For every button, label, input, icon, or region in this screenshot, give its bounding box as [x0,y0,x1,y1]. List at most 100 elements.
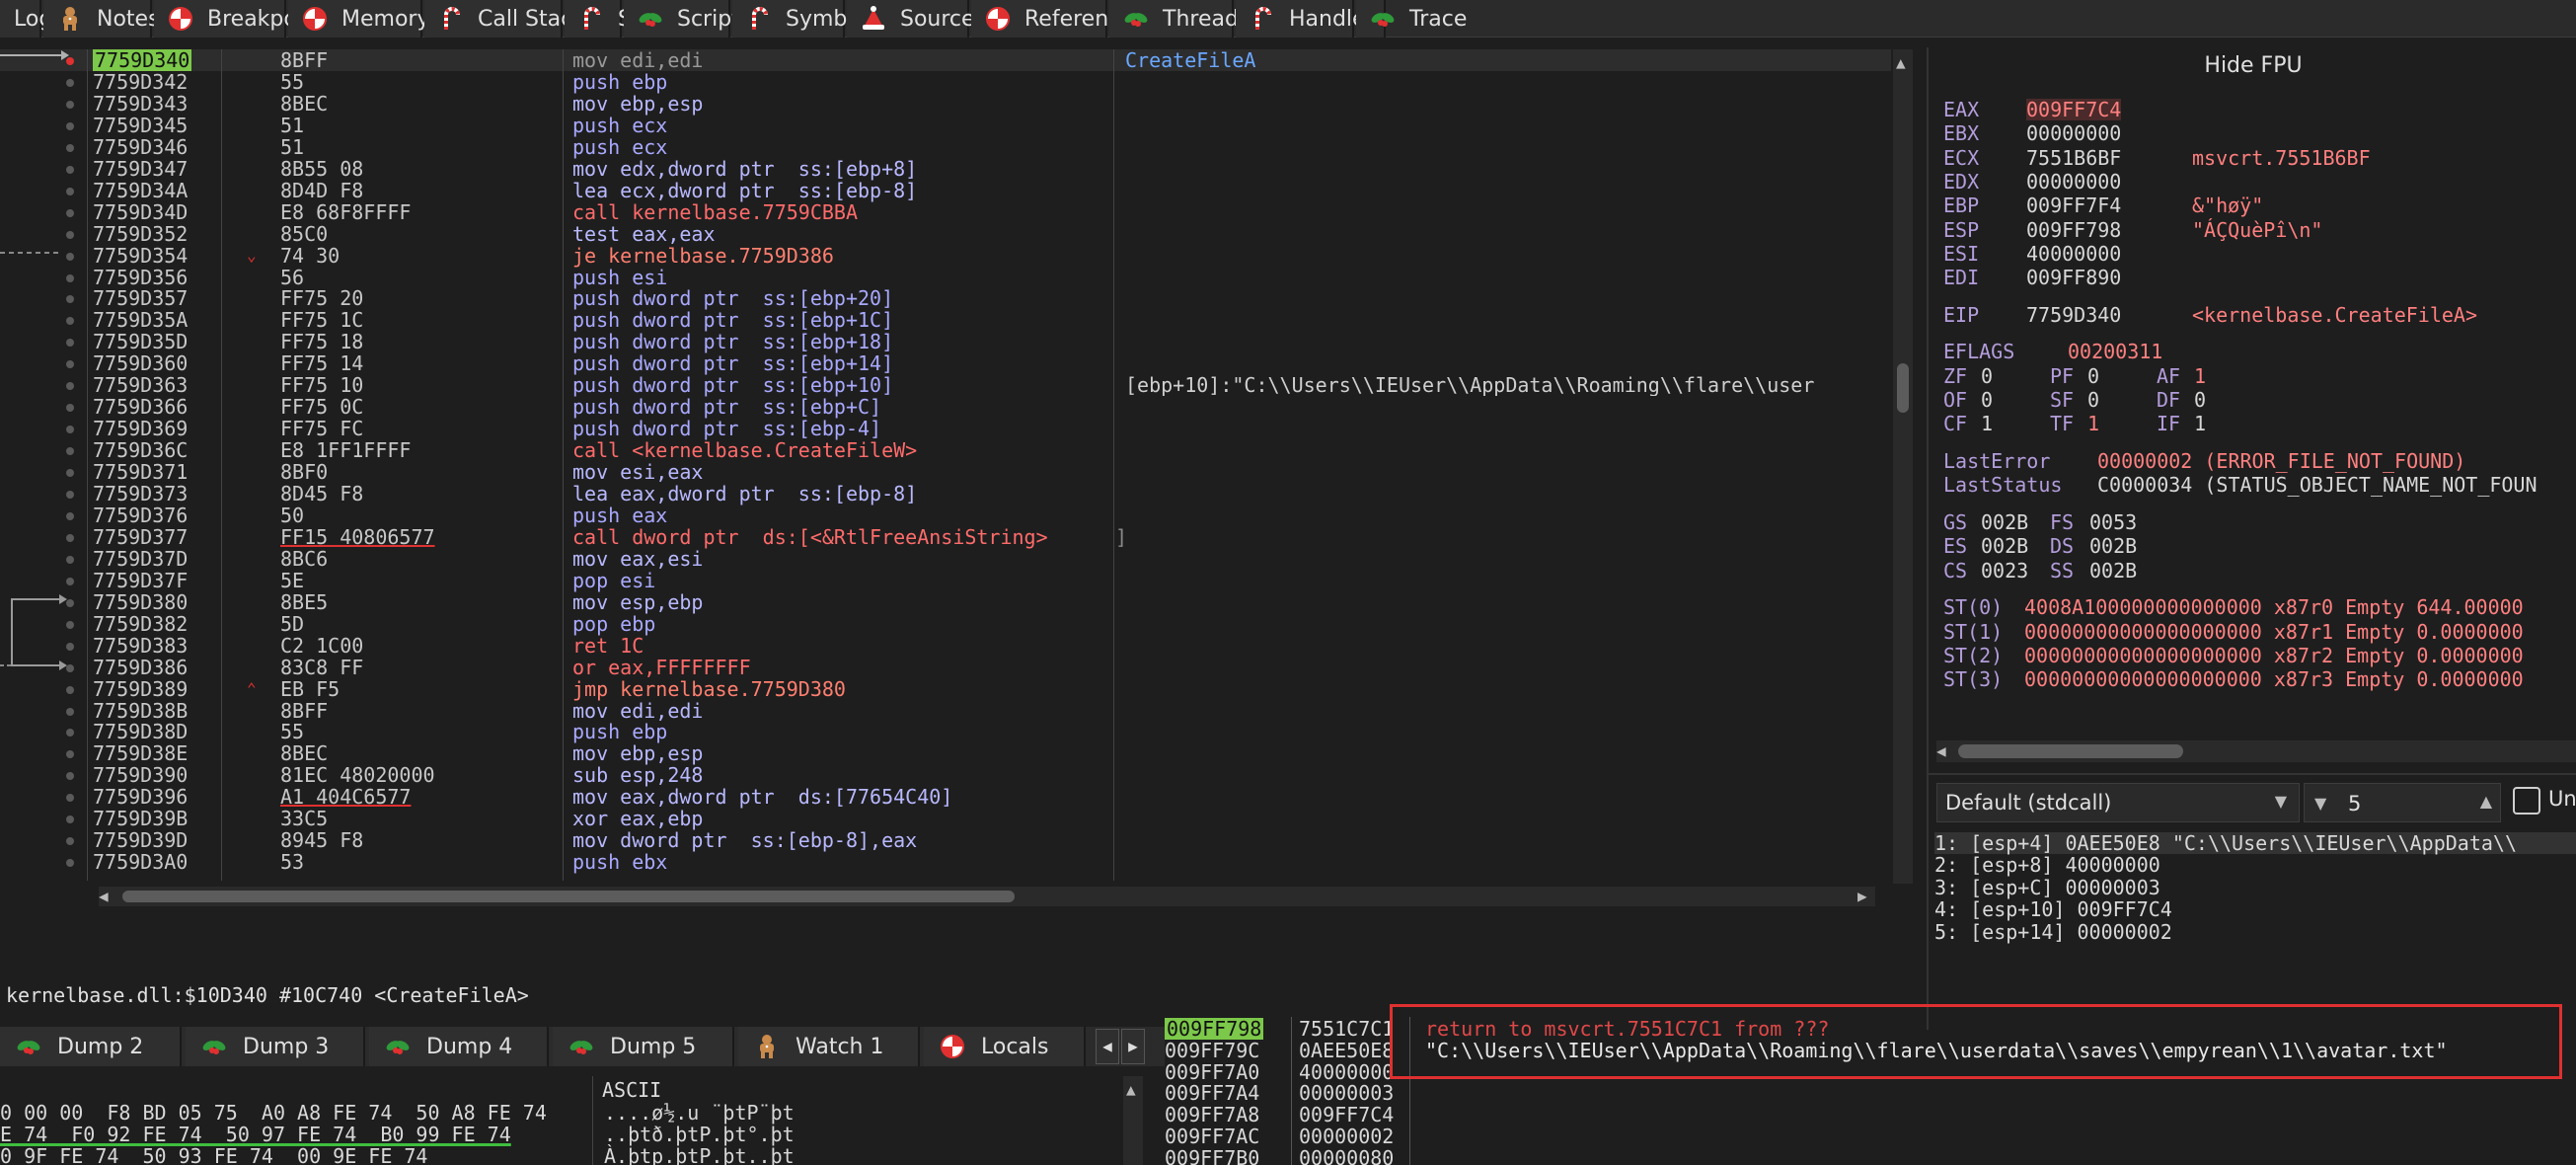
disasm-row[interactable]: 7759D37F 5E pop esi [0,570,1891,591]
instruction-address[interactable]: 7759D396 [93,786,188,808]
tab-references[interactable]: References [971,0,1145,38]
tab-breakpoints[interactable]: Breakpoints [154,0,337,38]
instruction-address[interactable]: 7759D38D [93,721,188,742]
disasm-hscroll-thumb[interactable] [122,891,1015,902]
tab-log[interactable]: Log [0,0,52,38]
tab-memory-map[interactable]: Memory Map [288,0,483,38]
registers-hscrollbar[interactable]: ◀ [1936,740,2576,762]
instruction-address[interactable]: 7759D380 [93,591,188,613]
disasm-row[interactable]: 7759D383 C2 1C00 ret 1C [0,635,1891,657]
instruction-address[interactable]: 7759D342 [93,71,188,93]
disasm-row[interactable]: 7759D382 5D pop ebp [0,613,1891,635]
dump-ascii-row[interactable]: ....ø½.u ¨þtP¨þt [604,1102,795,1124]
instruction-address[interactable]: 7759D35D [93,331,188,352]
disasm-row[interactable]: 7759D352 85C0 test eax,eax [0,223,1891,245]
instruction-address[interactable]: 7759D340 [93,49,192,71]
disasm-row[interactable]: 7759D373 8D45 F8 lea eax,dword ptr ss:[ebp… [0,483,1891,505]
disasm-row[interactable]: 7759D377 FF15 40806577 call dword ptr ds:[… [0,526,1891,548]
instruction-address[interactable]: 7759D36C [93,439,188,461]
disasm-row[interactable]: 7759D34D E8 68F8FFFF call kernelbase.7759C… [0,201,1891,223]
disassembly-view[interactable]: 7759D340 8BFF mov edi,edi CreateFileA 7759D3… [0,49,1895,881]
instruction-address[interactable]: 7759D360 [93,352,188,374]
disasm-row[interactable]: 7759D356 56 push esi [0,267,1891,288]
scroll-left-icon[interactable]: ◀ [99,887,109,905]
hide-fpu-button[interactable]: Hide FPU [1929,53,2576,78]
disasm-row[interactable]: 7759D347 8B55 08 mov edx,dword ptr ss:[ebp… [0,158,1891,180]
tab-trace[interactable]: Trace [1356,0,1467,38]
disasm-row[interactable]: 7759D343 8BEC mov ebp,esp [0,93,1891,115]
disasm-row[interactable]: ⌃ 7759D389 EB F5 jmp kernelbase.7759D380 [0,678,1891,700]
disasm-row[interactable]: 7759D396 A1 404C6577 mov eax,dword ptr ds:… [0,786,1891,808]
disasm-row[interactable]: 7759D340 8BFF mov edi,edi CreateFileA [0,49,1891,71]
tabs-scroll-left-button[interactable]: ◀ [1096,1029,1119,1064]
dump-ascii-row[interactable]: ..þtð.þtP.þt°.þt [604,1124,795,1145]
scroll-up-icon[interactable]: ▲ [1126,1080,1136,1099]
disasm-row[interactable]: 7759D38D 55 push ebp [0,721,1891,742]
tab-threads[interactable]: Threads [1109,0,1250,38]
disasm-row[interactable]: 7759D36C E8 1FF1FFFF call <kernelbase.Crea… [0,439,1891,461]
scroll-up-icon[interactable]: ▲ [1896,53,1906,72]
unlock-checkbox[interactable] [2513,787,2540,815]
disasm-vscrollbar[interactable]: ▲ [1893,49,1913,884]
tab-symbols[interactable]: Symbols [732,0,877,38]
disasm-row[interactable]: 7759D390 81EC 48020000 sub esp,248 [0,764,1891,786]
instruction-address[interactable]: 7759D3A0 [93,851,188,873]
tab-handles[interactable]: Handles [1236,0,1377,38]
disasm-row[interactable]: 7759D35D FF75 18 push dword ptr ss:[ebp+18… [0,331,1891,352]
disasm-row[interactable]: 7759D376 50 push eax [0,505,1891,526]
instruction-address[interactable]: 7759D356 [93,267,188,288]
arg-count-spinner[interactable]: ▼ 5 ▲ [2304,783,2501,822]
scroll-left-icon[interactable]: ◀ [1936,741,1946,760]
instruction-address[interactable]: 7759D371 [93,461,188,483]
instruction-address[interactable]: 7759D363 [93,374,188,396]
stack-address[interactable]: 009FF79C [1165,1040,1259,1061]
disasm-row[interactable]: 7759D380 8BE5 mov esp,ebp [0,591,1891,613]
instruction-address[interactable]: 7759D376 [93,505,188,526]
stack-address[interactable]: 009FF7AC [1165,1126,1259,1147]
stack-address[interactable]: 009FF7A4 [1165,1082,1259,1104]
instruction-address[interactable]: 7759D37F [93,570,188,591]
disasm-hscrollbar[interactable]: ◀ ▶ [99,887,1875,906]
instruction-address[interactable]: 7759D38E [93,742,188,764]
dump-hex-row[interactable]: 0 00 00 F8 BD 05 75 A0 A8 FE 74 50 A8 FE… [0,1102,547,1124]
instruction-address[interactable]: 7759D382 [93,613,188,635]
disasm-row[interactable]: 7759D346 51 push ecx [0,136,1891,158]
disasm-row[interactable]: 7759D363 FF75 10 push dword ptr ss:[ebp+10… [0,374,1891,396]
instruction-address[interactable]: 7759D377 [93,526,188,548]
instruction-address[interactable]: 7759D35A [93,309,188,331]
instruction-address[interactable]: 7759D38B [93,700,188,722]
dump-ascii-row[interactable]: À.þtp.þtP.þt..þt [604,1145,795,1165]
call-arg-row[interactable]: 3: [esp+C] 00000003 [1934,877,2160,898]
dump-view[interactable]: ASCII 0 00 00 F8 BD 05 75 A0 A8 FE 74 50… [0,1076,1145,1165]
disasm-row[interactable]: 7759D345 51 push ecx [0,115,1891,136]
stack-address[interactable]: 009FF7B0 [1165,1147,1259,1165]
disasm-row[interactable]: 7759D39B 33C5 xor eax,ebp [0,808,1891,829]
disasm-row[interactable]: ⌄ 7759D354 74 30 je kernelbase.7759D386 [0,245,1891,267]
instruction-address[interactable]: 7759D39B [93,808,188,829]
chevron-up-icon[interactable]: ▲ [2480,792,2492,811]
stack-address[interactable]: 009FF7A0 [1165,1061,1259,1083]
dump-hex-row[interactable]: E 74 F0 92 FE 74 50 97 FE 74 B0 99 FE 74 [0,1124,511,1145]
instruction-address[interactable]: 7759D373 [93,483,188,505]
registers-hscroll-thumb[interactable] [1958,744,2183,758]
call-args-list[interactable]: 1: [esp+4] 0AEE50E8 "C:\\Users\\IEUser\\… [1934,832,2576,1030]
disasm-row[interactable]: 7759D386 83C8 FF or eax,FFFFFFFF [0,657,1891,678]
disasm-row[interactable]: 7759D37D 8BC6 mov eax,esi [0,548,1891,570]
stack-address[interactable]: 009FF798 [1165,1018,1264,1040]
stack-address[interactable]: 009FF7A8 [1165,1104,1259,1126]
instruction-address[interactable]: 7759D346 [93,136,188,158]
tab-watch-1[interactable]: Watch 1 [738,1027,920,1066]
disasm-row[interactable]: 7759D342 55 push ebp [0,71,1891,93]
instruction-address[interactable]: 7759D343 [93,93,188,115]
calling-convention-select[interactable]: Default (stdcall) ▼ [1936,783,2300,822]
chevron-down-icon[interactable]: ▼ [2314,794,2326,813]
instruction-address[interactable]: 7759D39D [93,829,188,851]
tab-dump-5[interactable]: Dump 5 [553,1027,734,1066]
scroll-right-icon[interactable]: ▶ [1857,887,1867,905]
instruction-address[interactable]: 7759D389 [93,678,188,700]
disasm-row[interactable]: 7759D357 FF75 20 push dword ptr ss:[ebp+20… [0,287,1891,309]
instruction-address[interactable]: 7759D390 [93,764,188,786]
tab-seh[interactable]: SEH [565,0,661,38]
disasm-vscroll-thumb[interactable] [1897,363,1909,413]
instruction-address[interactable]: 7759D369 [93,418,188,439]
